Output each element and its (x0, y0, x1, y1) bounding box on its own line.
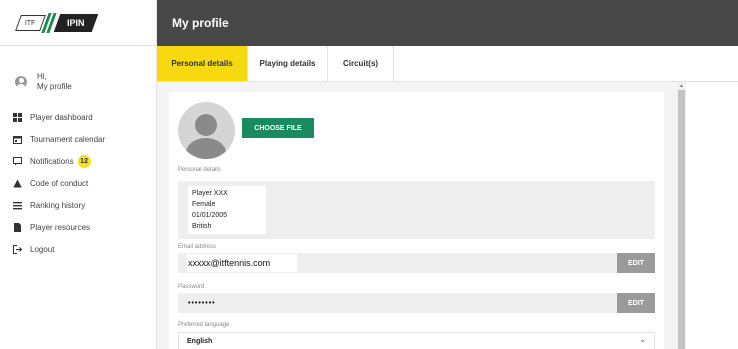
sidebar-item-code-of-conduct[interactable]: Code of conduct (12, 172, 156, 194)
sidebar-item-ranking-history[interactable]: Ranking history (12, 194, 156, 216)
sidebar-item-label: Code of conduct (30, 178, 89, 188)
personal-details-values: Player XXX Female 01/01/2005 British (188, 186, 266, 234)
scrollbar-thumb[interactable] (678, 90, 685, 349)
main-content: CHOOSE FILE Personal details Player XXX … (157, 82, 677, 349)
itf-ipin-logo[interactable]: ITF IPIN (15, 12, 98, 33)
player-nationality: British (192, 223, 212, 230)
user-avatar-icon (15, 76, 27, 88)
sidebar-item-label: Ranking history (30, 200, 86, 210)
sidebar-item-logout[interactable]: Logout (12, 238, 156, 260)
my-profile-link[interactable]: My profile (37, 82, 72, 92)
notification-icon (12, 156, 22, 166)
sidebar: ITF IPIN Hi, My profile Player dashboard… (0, 0, 157, 349)
sidebar-menu: Player dashboard Tournament calendar Not… (0, 106, 156, 260)
edit-email-button[interactable]: EDIT (617, 253, 655, 273)
sidebar-item-player-resources[interactable]: Player resources (12, 216, 156, 238)
user-profile-link[interactable]: Hi, My profile (0, 46, 156, 104)
email-field: xxxxx@itftennis.com EDIT (178, 253, 655, 273)
chevron-down-icon: ⌄ (639, 335, 646, 344)
logout-icon (12, 244, 22, 254)
logo-slash-icon (40, 12, 57, 33)
player-gender: Female (192, 201, 216, 208)
logo-bar: ITF IPIN (0, 0, 156, 46)
list-icon (12, 200, 22, 210)
profile-tabs: Personal details Playing details Circuit… (157, 46, 738, 82)
sidebar-item-notifications[interactable]: Notifications 12 (12, 150, 156, 172)
choose-file-button[interactable]: CHOOSE FILE (242, 118, 314, 138)
sidebar-item-label: Player dashboard (30, 112, 93, 122)
language-value: English (187, 337, 213, 345)
sidebar-item-player-dashboard[interactable]: Player dashboard (12, 106, 156, 128)
sidebar-item-label: Notifications (30, 156, 74, 166)
document-icon (12, 222, 22, 232)
dashboard-icon (12, 112, 22, 122)
email-label: Email address (178, 244, 217, 250)
warning-icon (12, 178, 22, 188)
page-title: My profile (172, 16, 229, 30)
edit-password-button[interactable]: EDIT (617, 293, 655, 313)
personal-details-label: Personal details (178, 167, 221, 173)
greeting: Hi, (37, 72, 47, 81)
profile-avatar-icon (178, 102, 235, 159)
sidebar-item-label: Tournament calendar (30, 134, 106, 144)
password-field: •••••••• EDIT (178, 293, 655, 313)
sidebar-item-label: Player resources (30, 222, 91, 232)
right-margin (686, 82, 738, 349)
profile-card: CHOOSE FILE Personal details Player XXX … (169, 92, 664, 349)
personal-details-box: Player XXX Female 01/01/2005 British (178, 181, 655, 239)
calendar-icon (12, 134, 22, 144)
email-value: xxxxx@itftennis.com (188, 258, 271, 268)
sidebar-item-label: Logout (30, 244, 55, 254)
player-dob: 01/01/2005 (192, 212, 228, 219)
logo-itf-text: ITF (25, 19, 36, 26)
page-header: My profile (157, 0, 738, 46)
scrollbar[interactable]: ▲ (677, 82, 686, 349)
tab-circuits[interactable]: Circuit(s) (328, 46, 394, 81)
tab-personal-details[interactable]: Personal details (157, 46, 248, 81)
password-label: Password (178, 284, 205, 290)
logo-ipin-text: IPIN (66, 17, 85, 28)
tab-playing-details[interactable]: Playing details (248, 46, 328, 81)
language-select[interactable]: English ⌄ (178, 332, 655, 349)
notification-count-badge: 12 (77, 154, 91, 168)
player-name: Player XXX (192, 190, 228, 197)
language-label: Preferred language (178, 322, 230, 328)
sidebar-item-tournament-calendar[interactable]: Tournament calendar (12, 128, 156, 150)
password-value: •••••••• (188, 299, 216, 307)
